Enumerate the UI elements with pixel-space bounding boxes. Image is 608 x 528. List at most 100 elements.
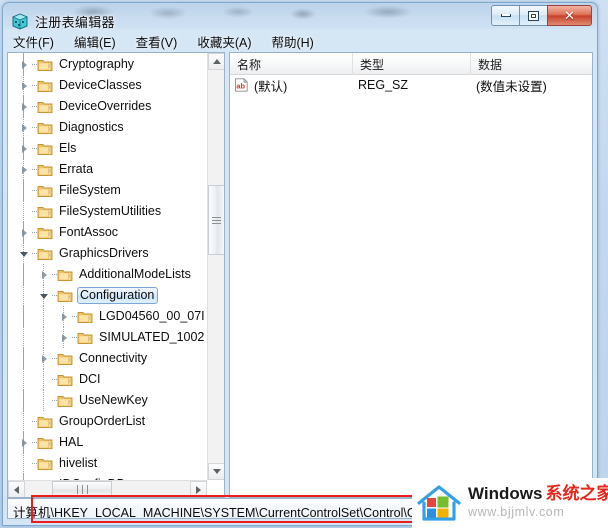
tree-item-fontassoc[interactable]: FontAssoc bbox=[8, 222, 207, 243]
tree-item-filesystem[interactable]: FileSystem bbox=[8, 180, 207, 201]
tree-item-lgd04560-00-07i[interactable]: LGD04560_00_07I bbox=[8, 306, 207, 327]
vertical-scroll-thumb[interactable] bbox=[208, 185, 224, 255]
watermark-url: www.bjjmlv.com bbox=[468, 505, 565, 519]
tree-item-additionalmodelists[interactable]: AdditionalModeLists bbox=[8, 264, 207, 285]
value-data: (数值未设置) bbox=[476, 79, 547, 94]
menu-item-file[interactable]: 文件(F) bbox=[13, 32, 54, 51]
folder-icon bbox=[37, 184, 53, 198]
regedit-window: 注册表编辑器 ✕ 文件(F) 编辑(E) 查看(V) 收藏夹(A) 帮助(H) bbox=[2, 2, 598, 526]
tree-connector-line bbox=[23, 180, 24, 201]
scroll-up-button[interactable] bbox=[208, 53, 224, 70]
folder-icon bbox=[37, 142, 53, 156]
tree-item-label: DeviceClasses bbox=[59, 78, 142, 92]
chevron-right-icon[interactable] bbox=[56, 306, 72, 327]
tree-item-els[interactable]: Els bbox=[8, 138, 207, 159]
tree-item-errata[interactable]: Errata bbox=[8, 159, 207, 180]
close-button[interactable]: ✕ bbox=[547, 5, 592, 26]
tree-item-simulated-1002[interactable]: SIMULATED_1002 bbox=[8, 327, 207, 348]
horizontal-scroll-thumb[interactable] bbox=[52, 481, 112, 497]
tree-item-hal[interactable]: HAL bbox=[8, 432, 207, 453]
tree-item-filesystemutilities[interactable]: FileSystemUtilities bbox=[8, 201, 207, 222]
chevron-right-icon[interactable] bbox=[16, 75, 32, 96]
chevron-right-icon[interactable] bbox=[16, 54, 32, 75]
chevron-right-icon[interactable] bbox=[16, 159, 32, 180]
chevron-down-icon[interactable] bbox=[36, 285, 52, 306]
tree-connector-line bbox=[23, 390, 24, 411]
chevron-right-icon[interactable] bbox=[16, 117, 32, 138]
tree-connector-line bbox=[43, 369, 44, 390]
menu-item-edit[interactable]: 编辑(E) bbox=[74, 32, 116, 51]
tree-item-deviceclasses[interactable]: DeviceClasses bbox=[8, 75, 207, 96]
folder-icon bbox=[37, 415, 53, 429]
folder-icon bbox=[57, 352, 73, 366]
tree-horizontal-scrollbar[interactable] bbox=[8, 480, 207, 497]
value-name: (默认) bbox=[254, 79, 288, 94]
chevron-right-icon[interactable] bbox=[56, 327, 72, 348]
watermark-text: Windows 系统之家 www.bjjmlv.com bbox=[468, 485, 608, 521]
close-icon: ✕ bbox=[564, 8, 575, 23]
chevron-right-icon[interactable] bbox=[16, 432, 32, 453]
folder-icon bbox=[57, 394, 73, 408]
folder-icon bbox=[37, 79, 53, 93]
registry-values-pane[interactable]: 名称 类型 数据 ab (默认) REG_SZ (数值未设置) bbox=[229, 52, 593, 498]
folder-icon bbox=[37, 226, 53, 240]
table-row[interactable]: ab (默认) REG_SZ (数值未设置) bbox=[230, 75, 592, 95]
client-area: Cryptography DeviceClasses DeviceOverrides… bbox=[7, 52, 593, 498]
tree-item-hivelist[interactable]: hivelist bbox=[8, 453, 207, 474]
tree-item-connectivity[interactable]: Connectivity bbox=[8, 348, 207, 369]
tree-item-usenewkey[interactable]: UseNewKey bbox=[8, 390, 207, 411]
tree-item-label: DeviceOverrides bbox=[59, 99, 152, 113]
maximize-button[interactable] bbox=[519, 5, 548, 26]
tree-item-configuration[interactable]: Configuration bbox=[8, 285, 207, 306]
svg-text:ab: ab bbox=[236, 81, 245, 90]
chevron-right-icon[interactable] bbox=[36, 348, 52, 369]
tree-item-grouporderlist[interactable]: GroupOrderList bbox=[8, 411, 207, 432]
folder-icon bbox=[57, 268, 73, 282]
menu-item-view[interactable]: 查看(V) bbox=[136, 32, 178, 51]
tree-item-label: UseNewKey bbox=[79, 393, 148, 407]
window-controls: ✕ bbox=[491, 5, 592, 26]
column-header-name[interactable]: 名称 bbox=[230, 53, 353, 75]
chevron-down-icon[interactable] bbox=[16, 243, 32, 264]
windows-house-logo bbox=[416, 483, 462, 523]
scroll-down-button[interactable] bbox=[208, 463, 224, 480]
scroll-left-button[interactable] bbox=[8, 481, 25, 497]
tree-item-label: hivelist bbox=[59, 456, 98, 470]
tree-item-label: FileSystem bbox=[59, 183, 121, 197]
registry-tree-pane[interactable]: Cryptography DeviceClasses DeviceOverrides… bbox=[7, 52, 225, 498]
folder-icon bbox=[77, 310, 93, 324]
chevron-right-icon[interactable] bbox=[36, 264, 52, 285]
chevron-right-icon[interactable] bbox=[16, 222, 32, 243]
tree-connector-line bbox=[23, 306, 24, 327]
tree-item-label: Connectivity bbox=[79, 351, 148, 365]
registry-tree: Cryptography DeviceClasses DeviceOverrides… bbox=[8, 53, 207, 480]
tree-vertical-scrollbar[interactable] bbox=[207, 53, 224, 480]
chevron-right-icon[interactable] bbox=[16, 138, 32, 159]
column-header-data[interactable]: 数据 bbox=[471, 53, 592, 75]
minimize-button[interactable] bbox=[491, 5, 520, 26]
column-header-type[interactable]: 类型 bbox=[353, 53, 471, 75]
menu-item-help[interactable]: 帮助(H) bbox=[271, 32, 313, 51]
tree-connector-line bbox=[23, 348, 24, 369]
tree-connector-line bbox=[23, 411, 24, 432]
list-header: 名称 类型 数据 bbox=[230, 53, 592, 75]
tree-item-deviceoverrides[interactable]: DeviceOverrides bbox=[8, 96, 207, 117]
tree-item-diagnostics[interactable]: Diagnostics bbox=[8, 117, 207, 138]
tree-item-cryptography[interactable]: Cryptography bbox=[8, 54, 207, 75]
tree-item-dci[interactable]: DCI bbox=[8, 369, 207, 390]
folder-icon bbox=[37, 205, 53, 219]
tree-item-label: LGD04560_00_07I bbox=[99, 309, 205, 323]
chevron-right-icon[interactable] bbox=[16, 96, 32, 117]
tree-item-label: FileSystemUtilities bbox=[59, 204, 162, 218]
scroll-right-button[interactable] bbox=[190, 481, 207, 497]
tree-item-graphicsdrivers[interactable]: GraphicsDrivers bbox=[8, 243, 207, 264]
tree-item-label: Els bbox=[59, 141, 77, 155]
tree-item-label: AdditionalModeLists bbox=[79, 267, 191, 281]
tree-connector-line bbox=[23, 369, 24, 390]
menu-item-favorites[interactable]: 收藏夹(A) bbox=[197, 32, 251, 51]
string-value-icon: ab bbox=[234, 78, 249, 92]
